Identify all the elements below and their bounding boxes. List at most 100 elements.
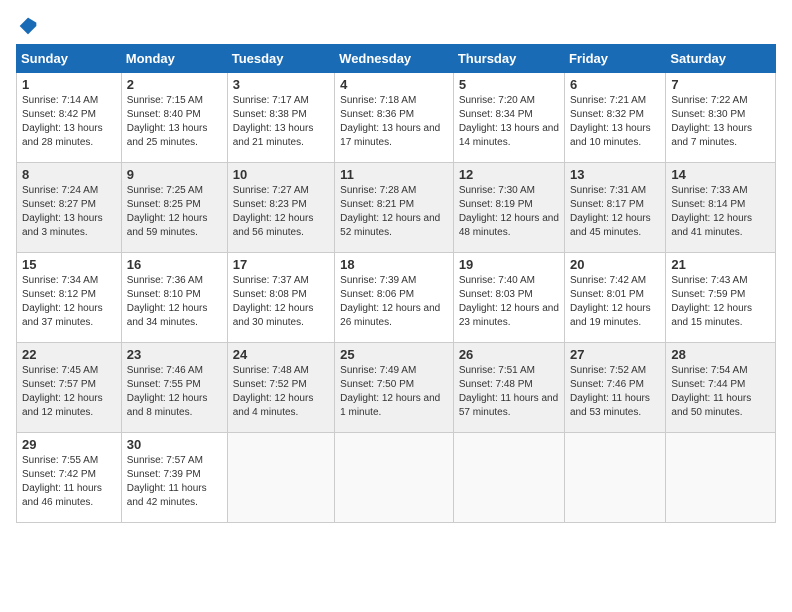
calendar-cell: 16 Sunrise: 7:36 AMSunset: 8:10 PMDayligh… (121, 253, 227, 343)
calendar-cell: 10 Sunrise: 7:27 AMSunset: 8:23 PMDayligh… (227, 163, 334, 253)
calendar-week-2: 8 Sunrise: 7:24 AMSunset: 8:27 PMDaylight… (17, 163, 776, 253)
day-info: Sunrise: 7:27 AMSunset: 8:23 PMDaylight:… (233, 184, 329, 240)
calendar-table: SundayMondayTuesdayWednesdayThursdayFrid… (16, 44, 776, 523)
day-info: Sunrise: 7:20 AMSunset: 8:34 PMDaylight:… (459, 94, 559, 150)
day-info: Sunrise: 7:52 AMSunset: 7:46 PMDaylight:… (570, 364, 660, 420)
day-info: Sunrise: 7:51 AMSunset: 7:48 PMDaylight:… (459, 364, 559, 420)
day-info: Sunrise: 7:40 AMSunset: 8:03 PMDaylight:… (459, 274, 559, 330)
day-number: 30 (127, 437, 222, 452)
day-number: 25 (340, 347, 448, 362)
day-number: 22 (22, 347, 116, 362)
day-number: 23 (127, 347, 222, 362)
calendar-cell: 7 Sunrise: 7:22 AMSunset: 8:30 PMDaylight… (666, 73, 776, 163)
calendar-cell: 18 Sunrise: 7:39 AMSunset: 8:06 PMDayligh… (335, 253, 454, 343)
day-number: 27 (570, 347, 660, 362)
day-info: Sunrise: 7:34 AMSunset: 8:12 PMDaylight:… (22, 274, 116, 330)
day-info: Sunrise: 7:42 AMSunset: 8:01 PMDaylight:… (570, 274, 660, 330)
day-info: Sunrise: 7:14 AMSunset: 8:42 PMDaylight:… (22, 94, 116, 150)
day-number: 21 (671, 257, 770, 272)
day-info: Sunrise: 7:18 AMSunset: 8:36 PMDaylight:… (340, 94, 448, 150)
day-info: Sunrise: 7:57 AMSunset: 7:39 PMDaylight:… (127, 454, 222, 510)
day-info: Sunrise: 7:25 AMSunset: 8:25 PMDaylight:… (127, 184, 222, 240)
calendar-week-3: 15 Sunrise: 7:34 AMSunset: 8:12 PMDayligh… (17, 253, 776, 343)
calendar-week-4: 22 Sunrise: 7:45 AMSunset: 7:57 PMDayligh… (17, 343, 776, 433)
day-number: 28 (671, 347, 770, 362)
calendar-header-friday: Friday (564, 45, 665, 73)
day-info: Sunrise: 7:30 AMSunset: 8:19 PMDaylight:… (459, 184, 559, 240)
calendar-cell: 15 Sunrise: 7:34 AMSunset: 8:12 PMDayligh… (17, 253, 122, 343)
calendar-header-tuesday: Tuesday (227, 45, 334, 73)
day-info: Sunrise: 7:17 AMSunset: 8:38 PMDaylight:… (233, 94, 329, 150)
day-info: Sunrise: 7:37 AMSunset: 8:08 PMDaylight:… (233, 274, 329, 330)
day-number: 6 (570, 77, 660, 92)
calendar-cell (335, 433, 454, 523)
day-number: 26 (459, 347, 559, 362)
day-number: 12 (459, 167, 559, 182)
calendar-cell: 20 Sunrise: 7:42 AMSunset: 8:01 PMDayligh… (564, 253, 665, 343)
day-info: Sunrise: 7:15 AMSunset: 8:40 PMDaylight:… (127, 94, 222, 150)
day-info: Sunrise: 7:45 AMSunset: 7:57 PMDaylight:… (22, 364, 116, 420)
calendar-cell (564, 433, 665, 523)
day-number: 9 (127, 167, 222, 182)
logo-icon (18, 16, 38, 36)
calendar-cell: 8 Sunrise: 7:24 AMSunset: 8:27 PMDaylight… (17, 163, 122, 253)
calendar-cell: 26 Sunrise: 7:51 AMSunset: 7:48 PMDayligh… (453, 343, 564, 433)
calendar-week-5: 29Sunrise: 7:55 AMSunset: 7:42 PMDayligh… (17, 433, 776, 523)
day-info: Sunrise: 7:24 AMSunset: 8:27 PMDaylight:… (22, 184, 116, 240)
day-number: 10 (233, 167, 329, 182)
calendar-cell: 6 Sunrise: 7:21 AMSunset: 8:32 PMDaylight… (564, 73, 665, 163)
day-number: 15 (22, 257, 116, 272)
day-number: 3 (233, 77, 329, 92)
day-number: 11 (340, 167, 448, 182)
calendar-cell: 28 Sunrise: 7:54 AMSunset: 7:44 PMDayligh… (666, 343, 776, 433)
calendar-header-saturday: Saturday (666, 45, 776, 73)
calendar-cell: 25Sunrise: 7:49 AMSunset: 7:50 PMDayligh… (335, 343, 454, 433)
day-number: 24 (233, 347, 329, 362)
calendar-cell: 29Sunrise: 7:55 AMSunset: 7:42 PMDayligh… (17, 433, 122, 523)
calendar-cell: 5 Sunrise: 7:20 AMSunset: 8:34 PMDaylight… (453, 73, 564, 163)
day-number: 20 (570, 257, 660, 272)
calendar-cell: 17 Sunrise: 7:37 AMSunset: 8:08 PMDayligh… (227, 253, 334, 343)
day-number: 7 (671, 77, 770, 92)
calendar-cell: 23Sunrise: 7:46 AMSunset: 7:55 PMDayligh… (121, 343, 227, 433)
day-info: Sunrise: 7:31 AMSunset: 8:17 PMDaylight:… (570, 184, 660, 240)
calendar-cell: 27 Sunrise: 7:52 AMSunset: 7:46 PMDayligh… (564, 343, 665, 433)
calendar-header-wednesday: Wednesday (335, 45, 454, 73)
day-info: Sunrise: 7:22 AMSunset: 8:30 PMDaylight:… (671, 94, 770, 150)
calendar-cell: 2 Sunrise: 7:15 AMSunset: 8:40 PMDaylight… (121, 73, 227, 163)
day-number: 18 (340, 257, 448, 272)
calendar-cell: 21 Sunrise: 7:43 AMSunset: 7:59 PMDayligh… (666, 253, 776, 343)
day-info: Sunrise: 7:21 AMSunset: 8:32 PMDaylight:… (570, 94, 660, 150)
calendar-cell (453, 433, 564, 523)
calendar-cell: 11 Sunrise: 7:28 AMSunset: 8:21 PMDayligh… (335, 163, 454, 253)
calendar-cell: 12 Sunrise: 7:30 AMSunset: 8:19 PMDayligh… (453, 163, 564, 253)
calendar-cell: 13 Sunrise: 7:31 AMSunset: 8:17 PMDayligh… (564, 163, 665, 253)
calendar-cell: 9 Sunrise: 7:25 AMSunset: 8:25 PMDaylight… (121, 163, 227, 253)
day-number: 16 (127, 257, 222, 272)
day-info: Sunrise: 7:43 AMSunset: 7:59 PMDaylight:… (671, 274, 770, 330)
day-number: 17 (233, 257, 329, 272)
calendar-cell: 14Sunrise: 7:33 AMSunset: 8:14 PMDayligh… (666, 163, 776, 253)
calendar-cell: 24 Sunrise: 7:48 AMSunset: 7:52 PMDayligh… (227, 343, 334, 433)
day-number: 5 (459, 77, 559, 92)
day-number: 8 (22, 167, 116, 182)
calendar-body: 1 Sunrise: 7:14 AMSunset: 8:42 PMDaylight… (17, 73, 776, 523)
day-info: Sunrise: 7:39 AMSunset: 8:06 PMDaylight:… (340, 274, 448, 330)
day-info: Sunrise: 7:28 AMSunset: 8:21 PMDaylight:… (340, 184, 448, 240)
day-info: Sunrise: 7:36 AMSunset: 8:10 PMDaylight:… (127, 274, 222, 330)
day-info: Sunrise: 7:54 AMSunset: 7:44 PMDaylight:… (671, 364, 770, 420)
day-number: 13 (570, 167, 660, 182)
calendar-cell: 22 Sunrise: 7:45 AMSunset: 7:57 PMDayligh… (17, 343, 122, 433)
day-info: Sunrise: 7:48 AMSunset: 7:52 PMDaylight:… (233, 364, 329, 420)
day-number: 19 (459, 257, 559, 272)
calendar-header-thursday: Thursday (453, 45, 564, 73)
calendar-cell: 19 Sunrise: 7:40 AMSunset: 8:03 PMDayligh… (453, 253, 564, 343)
day-number: 1 (22, 77, 116, 92)
day-number: 2 (127, 77, 222, 92)
calendar-cell (666, 433, 776, 523)
calendar-week-1: 1 Sunrise: 7:14 AMSunset: 8:42 PMDaylight… (17, 73, 776, 163)
day-number: 29 (22, 437, 116, 452)
calendar-cell (227, 433, 334, 523)
logo (16, 16, 38, 36)
calendar-cell: 1 Sunrise: 7:14 AMSunset: 8:42 PMDaylight… (17, 73, 122, 163)
